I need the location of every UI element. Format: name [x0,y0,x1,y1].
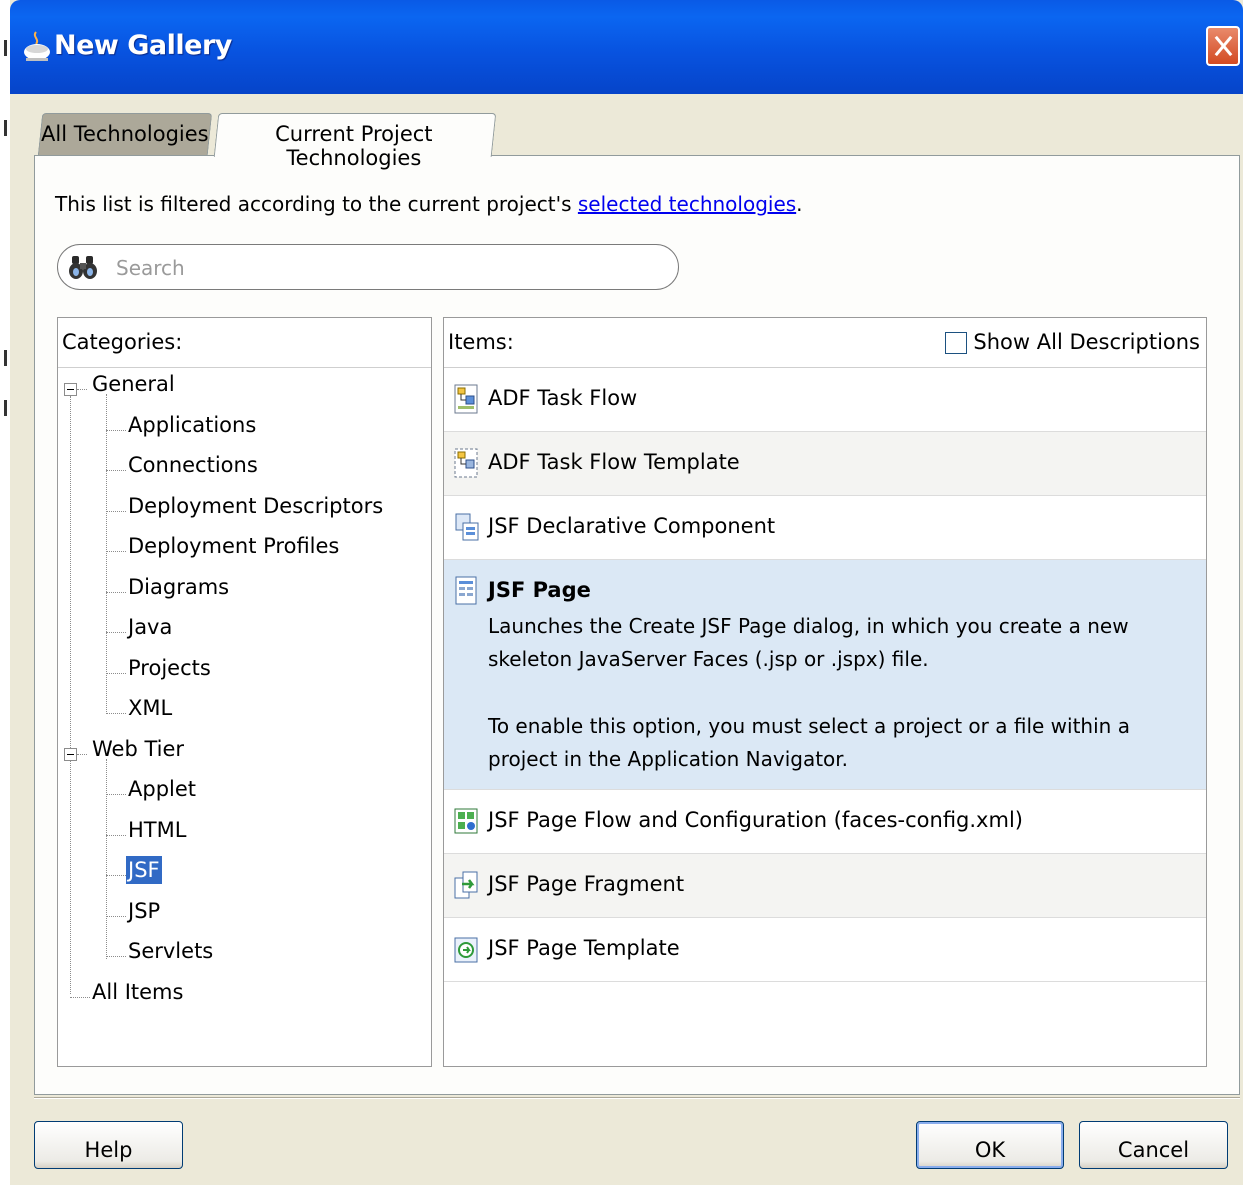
coffee-cup-icon [24,31,50,61]
tree-item-label: Applet [128,777,197,801]
task-flow-template-icon [454,448,478,478]
task-flow-icon [454,384,478,414]
search-field[interactable] [57,244,679,290]
tree-item-applet[interactable]: Applet [106,777,196,801]
dialog-separator [34,1097,1240,1099]
window-title: New Gallery [54,30,232,61]
tree-item-label: JSF [126,856,162,884]
tab-label: All Technologies [41,122,209,146]
expand-toggle-general[interactable] [64,383,77,396]
tree-item-deployment-descriptors[interactable]: Deployment Descriptors [106,494,383,518]
expand-toggle-web-tier[interactable] [64,748,77,761]
item-jsf-page-template[interactable]: JSF Page Template [444,918,1206,982]
item-label: JSF Page Template [488,936,680,960]
tree-item-html[interactable]: HTML [106,818,186,842]
tree-item-label: General [92,372,175,396]
tree-item-label: Deployment Profiles [128,534,340,558]
new-gallery-dialog: New Gallery All Technologies Current Pro… [10,0,1243,1185]
tree-item-applications[interactable]: Applications [106,413,256,437]
tree-item-label: Java [128,615,173,639]
items-label: Items: [448,330,514,354]
tree-item-label: Web Tier [92,737,185,761]
page-fragment-icon [454,871,478,899]
page-flow-config-icon [454,808,478,834]
item-label: ADF Task Flow Template [488,450,740,474]
title-bar[interactable]: New Gallery [10,0,1243,94]
item-adf-task-flow-template[interactable]: ADF Task Flow Template [444,432,1206,496]
tree-item-web-tier[interactable]: Web Tier [77,737,185,761]
tree-item-label: All Items [92,980,184,1004]
categories-label: Categories: [62,330,183,354]
declarative-component-icon [455,513,479,541]
tree-item-label: Servlets [128,939,214,963]
item-jsf-page-fragment[interactable]: JSF Page Fragment [444,854,1206,918]
tree-item-servlets[interactable]: Servlets [106,939,213,963]
categories-header: Categories: [58,318,431,368]
item-description: Launches the Create JSF Page dialog, in … [488,614,1129,671]
show-all-descriptions[interactable]: Show All Descriptions [945,330,1200,354]
tree-item-label: Applications [128,413,257,437]
tree-item-xml[interactable]: XML [106,696,172,720]
item-jsf-page-flow-config[interactable]: JSF Page Flow and Configuration (faces-c… [444,790,1206,854]
filter-suffix: . [796,192,803,216]
item-jsf-page[interactable]: JSF Page Launches the Create JSF Page di… [444,560,1206,790]
tree-item-label: Diagrams [128,575,230,599]
close-button[interactable] [1206,26,1240,66]
tree-item-java[interactable]: Java [106,615,172,639]
item-label: JSF Page Fragment [488,872,685,896]
filter-prefix: This list is filtered according to the c… [55,192,578,216]
tab-content-panel: This list is filtered according to the c… [34,155,1240,1095]
item-label: JSF Page Flow and Configuration (faces-c… [488,808,1023,832]
tree-item-diagrams[interactable]: Diagrams [106,575,229,599]
tree-item-all-items[interactable]: All Items [70,980,183,1004]
tree-item-general[interactable]: General [77,372,175,396]
page-template-icon [454,937,478,963]
tab-all-technologies[interactable]: All Technologies [37,113,213,155]
tree-item-jsf[interactable]: JSF [106,856,162,884]
ok-button[interactable]: OK [916,1121,1064,1169]
tree-item-jsp[interactable]: JSP [106,899,160,923]
tree-item-label: JSP [128,899,161,923]
items-pane: Items: Show All Descriptions ADF Task Fl… [443,317,1207,1067]
tree-item-projects[interactable]: Projects [106,656,211,680]
help-button[interactable]: Help [34,1121,183,1169]
selected-technologies-link[interactable]: selected technologies [578,192,796,216]
filter-message: This list is filtered according to the c… [55,192,803,216]
tree-line [70,396,71,994]
tree-item-connections[interactable]: Connections [106,453,258,477]
item-label: ADF Task Flow [488,386,638,410]
tab-label: Current Project Technologies [275,122,433,170]
cancel-button[interactable]: Cancel [1079,1121,1228,1169]
item-label: JSF Declarative Component [488,514,776,538]
show-all-descriptions-label: Show All Descriptions [973,330,1200,354]
tree-item-label: XML [128,696,173,720]
jsf-page-icon [455,576,477,605]
tree-item-deployment-profiles[interactable]: Deployment Profiles [106,534,339,558]
item-label: JSF Page [488,578,591,602]
tab-current-project-technologies[interactable]: Current Project Technologies [213,113,497,170]
categories-pane: Categories: General Applications Connect… [57,317,432,1067]
item-description-note: To enable this option, you must select a… [488,714,1130,771]
tree-item-label: Deployment Descriptors [128,494,384,518]
show-all-descriptions-checkbox[interactable] [945,332,968,354]
tree-item-label: Connections [128,453,258,477]
tree-item-label: HTML [128,818,187,842]
binoculars-icon [69,256,97,279]
search-input[interactable] [114,253,658,283]
items-header: Items: Show All Descriptions [444,318,1206,368]
item-jsf-declarative-component[interactable]: JSF Declarative Component [444,496,1206,560]
tree-item-label: Projects [128,656,211,680]
item-adf-task-flow[interactable]: ADF Task Flow [444,368,1206,432]
